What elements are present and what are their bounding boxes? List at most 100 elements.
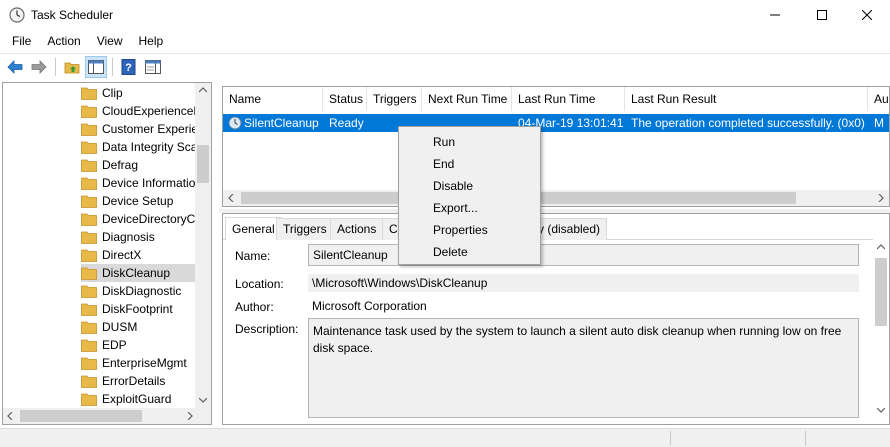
toolbar-separator	[112, 57, 113, 76]
column-header-last-run-time[interactable]: Last Run Time	[512, 87, 625, 111]
tab-triggers[interactable]: Triggers	[276, 218, 334, 240]
tree-item[interactable]: ExploitGuard	[81, 390, 197, 408]
tree-item-label: Clip	[102, 86, 123, 100]
up-one-level-button[interactable]	[61, 56, 83, 78]
tree-horizontal-scroll-thumb[interactable]	[20, 410, 142, 422]
folder-icon	[81, 87, 97, 100]
name-field[interactable]: SilentCleanup	[308, 244, 859, 266]
console-tree[interactable]: Clip CloudExperienceH Customer Experie Data…	[2, 82, 212, 425]
forward-arrow-icon	[31, 59, 47, 74]
tree-item[interactable]: DiskDiagnostic	[81, 282, 197, 300]
tree-item[interactable]: DUSM	[81, 318, 197, 336]
close-icon	[862, 10, 872, 20]
tree-item-label: CloudExperienceH	[102, 104, 197, 118]
folder-icon	[81, 249, 97, 262]
show-hide-console-tree-button[interactable]	[85, 55, 107, 78]
forward-button[interactable]	[28, 56, 50, 78]
folder-icon	[81, 393, 97, 406]
tree-horizontal-scrollbar[interactable]	[3, 408, 197, 424]
tab-actions[interactable]: Actions	[330, 218, 384, 240]
tree-item-label: EDP	[102, 338, 127, 352]
task-row-selected[interactable]: SilentCleanup Ready 04-Mar-19 13:01:41 T…	[223, 114, 889, 132]
context-menu-disable[interactable]: Disable	[399, 175, 540, 197]
tree-item[interactable]: Clip	[81, 84, 197, 102]
folder-icon	[81, 267, 97, 280]
scroll-up-icon	[199, 87, 207, 93]
tree-item[interactable]: DiskFootprint	[81, 300, 197, 318]
context-menu-properties[interactable]: Properties	[399, 219, 540, 241]
menu-help[interactable]: Help	[131, 31, 172, 51]
tree-item[interactable]: EDP	[81, 336, 197, 354]
menu-bar: File Action View Help	[0, 30, 890, 52]
tab-general[interactable]: General	[225, 217, 282, 240]
tree-vertical-scrollbar[interactable]	[195, 83, 211, 409]
show-hide-console-tree-icon	[88, 59, 104, 74]
description-line-1: Maintenance task used by the system to l…	[313, 324, 842, 338]
status-bar-divider	[805, 431, 806, 446]
context-menu-delete[interactable]: Delete	[399, 241, 540, 263]
folder-icon	[81, 321, 97, 334]
scroll-down-icon	[877, 407, 885, 413]
scroll-down-icon	[199, 397, 207, 403]
help-button[interactable]: ?	[118, 56, 140, 78]
tree-item[interactable]: DirectX	[81, 246, 197, 264]
scroll-left-icon	[7, 412, 13, 420]
tree-item[interactable]: EnterpriseMgmt	[81, 354, 197, 372]
task-details-pane: General Triggers Actions Co ry (disabled…	[222, 213, 890, 425]
tree-item-label: Customer Experie	[102, 122, 197, 136]
tree-item-label: Defrag	[102, 158, 139, 172]
task-list[interactable]: Name Status Triggers Next Run Time Last …	[222, 86, 890, 207]
back-arrow-icon	[7, 59, 23, 74]
scroll-up-icon	[877, 244, 885, 250]
menu-file[interactable]: File	[4, 31, 39, 51]
tree-item[interactable]: Diagnosis	[81, 228, 197, 246]
details-vertical-scroll-thumb[interactable]	[875, 258, 887, 326]
minimize-button[interactable]	[752, 0, 798, 30]
context-menu-end[interactable]: End	[399, 153, 540, 175]
location-label: Location:	[235, 277, 284, 291]
tree-item[interactable]: Defrag	[81, 156, 197, 174]
column-header-next-run-time[interactable]: Next Run Time	[422, 87, 512, 111]
task-clock-icon	[228, 116, 242, 130]
menu-view[interactable]: View	[89, 31, 131, 51]
tree-item[interactable]: Data Integrity Sca	[81, 138, 197, 156]
details-vertical-scrollbar[interactable]	[873, 214, 889, 424]
column-header-triggers[interactable]: Triggers	[367, 87, 422, 111]
column-header-last-run-result[interactable]: Last Run Result	[625, 87, 868, 111]
column-header-author[interactable]: Au	[868, 87, 889, 111]
tree-item[interactable]: CloudExperienceH	[81, 102, 197, 120]
up-folder-icon	[64, 62, 80, 73]
task-context-menu: Run End Disable Export... Properties Del…	[398, 126, 541, 265]
folder-icon	[81, 303, 97, 316]
author-field: Microsoft Corporation	[312, 299, 427, 313]
description-field[interactable]: Maintenance task used by the system to l…	[308, 318, 859, 418]
close-button[interactable]	[844, 0, 890, 30]
tree-item[interactable]: DiskCleanup	[81, 264, 197, 282]
scroll-right-icon	[187, 412, 193, 420]
toolbar: ?	[0, 53, 890, 79]
tree-item[interactable]: Customer Experie	[81, 120, 197, 138]
folder-icon	[81, 123, 97, 136]
tree-item[interactable]: Device Setup	[81, 192, 197, 210]
column-header-status[interactable]: Status	[323, 87, 367, 111]
title-bar: Task Scheduler	[0, 0, 890, 30]
tree-item-label: DeviceDirectoryC	[102, 212, 196, 226]
tree-item[interactable]: DeviceDirectoryC	[81, 210, 197, 228]
tree-item-label: DiskCleanup	[102, 266, 171, 280]
details-tab-strip: General Triggers Actions Co ry (disabled…	[223, 217, 889, 240]
tree-item-label: DiskFootprint	[102, 302, 173, 316]
column-header-name[interactable]: Name	[223, 87, 323, 111]
context-menu-run[interactable]: Run	[399, 131, 540, 153]
context-menu-export[interactable]: Export...	[399, 197, 540, 219]
folder-icon	[81, 159, 97, 172]
menu-action[interactable]: Action	[39, 31, 88, 51]
tree-item[interactable]: ErrorDetails	[81, 372, 197, 390]
tasklist-horizontal-scrollbar[interactable]	[223, 190, 889, 206]
tree-vertical-scroll-thumb[interactable]	[197, 145, 209, 183]
maximize-button[interactable]	[799, 0, 845, 30]
tree-item-label: Diagnosis	[102, 230, 155, 244]
tree-item[interactable]: Device Informatio	[81, 174, 197, 192]
show-hide-action-pane-button[interactable]	[142, 56, 164, 78]
task-author: M	[874, 116, 884, 130]
back-button[interactable]	[4, 56, 26, 78]
